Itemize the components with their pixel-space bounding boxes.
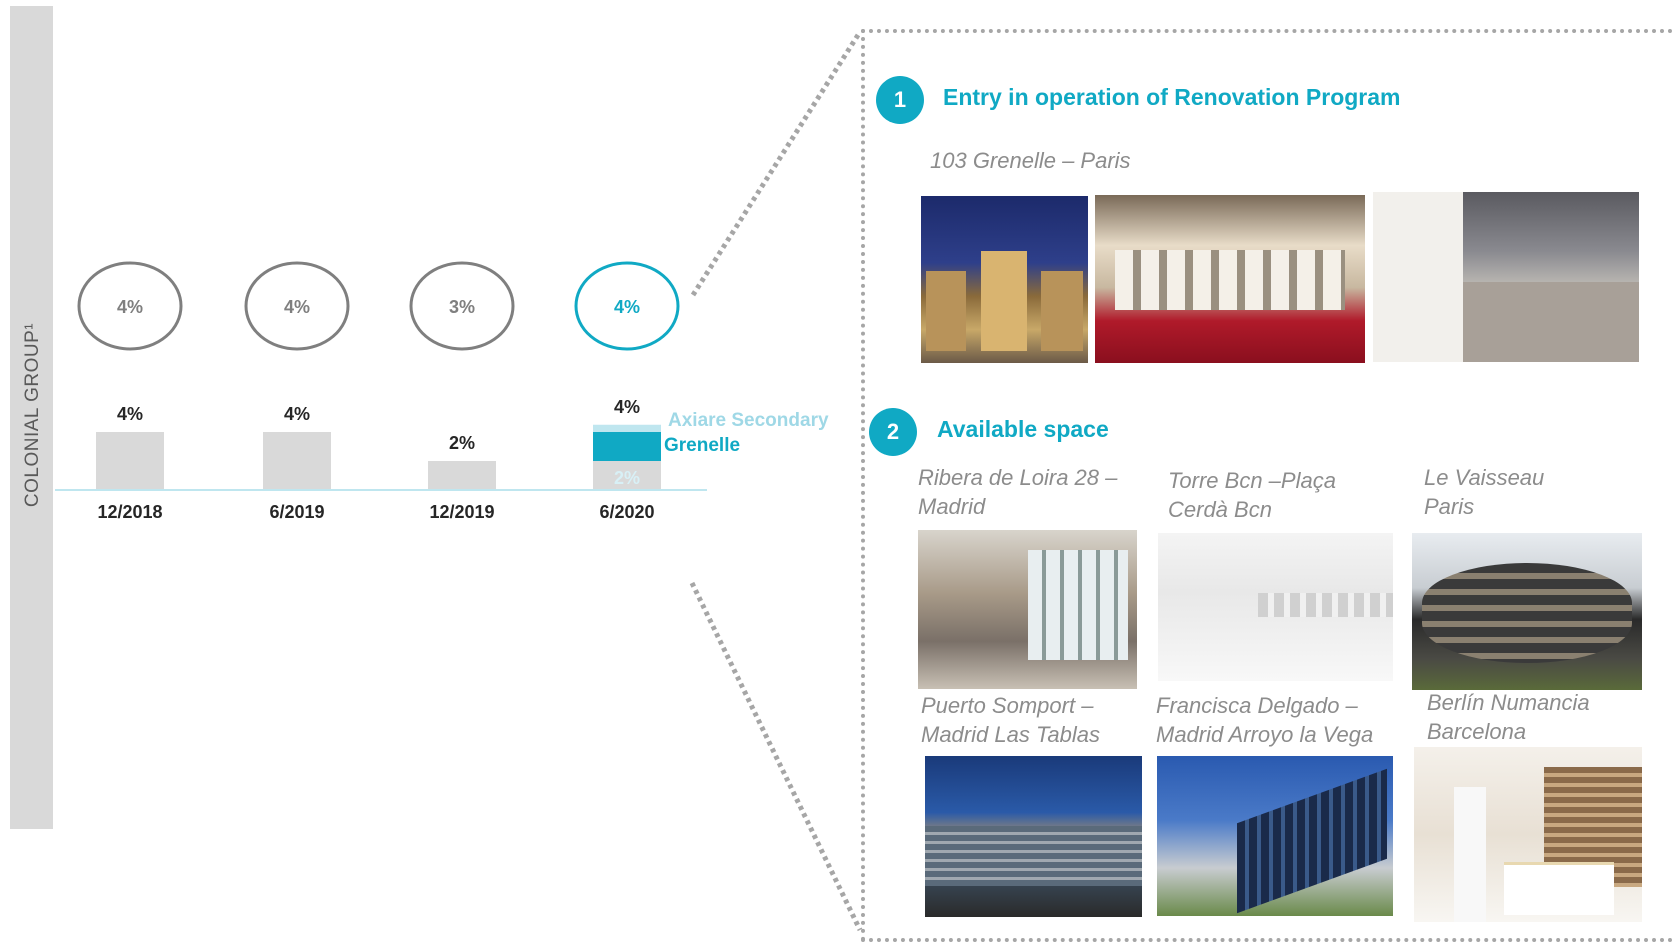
caption-torre-bcn: Torre Bcn –Plaça Cerdà Bcn [1168,466,1336,524]
photo-puerto-somport [925,756,1142,917]
photo-grenelle-terrace [1373,192,1639,362]
caption-puerto-somport: Puerto Somport – Madrid Las Tablas [921,691,1100,749]
caption-vaisseau: Le Vaisseau Paris [1424,463,1544,521]
legend-grenelle: Grenelle [664,435,740,456]
bar-segment [593,424,661,432]
ratio-ring: 3% [409,261,515,351]
connector-line-bottom [689,581,863,932]
bar-segment [428,461,496,490]
ratio-ring-label: 4% [117,297,143,317]
ratio-ring: 4% [244,261,350,351]
bar-top-label: 4% [117,404,143,424]
photo-torre-bcn [1158,533,1393,681]
caption-somport-line1: Puerto Somport – [921,693,1094,718]
caption-francisca-delgado: Francisca Delgado – Madrid Arroyo la Veg… [1156,691,1373,749]
bar-top-label: 4% [284,404,310,424]
bar-chart: 4% 4% 3% 4% 4% 12/2018 4% 6/2019 2% 12/2019 4% 2% 6… [55,33,860,522]
ratio-ring-label: 4% [284,297,310,317]
section1-caption: 103 Grenelle – Paris [930,148,1131,173]
bar-inner-label: 2% [614,468,640,488]
section1-title: Entry in operation of Renovation Program [943,84,1401,110]
ratio-ring-label: 3% [449,297,475,317]
category-label: 6/2019 [269,502,324,522]
bar-top-label: 4% [614,397,640,417]
caption-berlin-numancia: Berlín Numancia Barcelona [1427,688,1590,746]
ratio-ring: 4% [77,261,183,351]
caption-ribera-line2: Madrid [918,494,986,519]
section2-number: 2 [869,408,917,456]
caption-torre-line2: Cerdà Bcn [1168,497,1272,522]
photo-berlin-numancia [1414,747,1642,922]
caption-vaisseau-line1: Le Vaisseau [1424,465,1545,490]
caption-francisca-line1: Francisca Delgado – [1156,693,1358,718]
category-label: 12/2018 [97,502,162,522]
photo-francisca-delgado [1157,756,1393,916]
caption-ribera: Ribera de Loira 28 – Madrid [918,463,1117,521]
photo-vaisseau [1412,533,1642,690]
ratio-ring-label: 4% [614,297,640,317]
legend-axiare: Axiare Secondary [668,410,829,431]
category-label: 12/2019 [429,502,494,522]
bar-segment [593,432,661,461]
caption-francisca-line2: Madrid Arroyo la Vega [1156,722,1374,747]
caption-vaisseau-line2: Paris [1424,494,1475,519]
bar-top-label: 2% [449,433,475,453]
caption-somport-line2: Madrid Las Tablas [921,722,1100,747]
bar-segment [263,432,331,490]
bar-segment [96,432,164,490]
caption-berlin-line2: Barcelona [1427,719,1527,744]
connector-bottom [689,581,863,932]
connector-line-top [690,33,860,297]
category-label: 6/2020 [599,502,654,522]
ratio-ring: 4% [574,261,680,351]
caption-torre-line1: Torre Bcn –Plaça [1168,468,1336,493]
caption-ribera-line1: Ribera de Loira 28 – [918,465,1118,490]
photo-grenelle-interior [1095,195,1365,363]
section1-number: 1 [876,76,924,124]
photo-ribera [918,530,1137,689]
section2-title: Available space [937,416,1109,442]
photo-grenelle-courtyard [921,196,1088,363]
caption-berlin-line1: Berlín Numancia [1427,690,1590,715]
